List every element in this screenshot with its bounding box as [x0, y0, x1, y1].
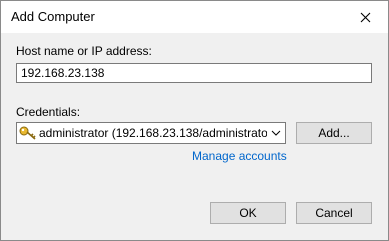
- credentials-selected: administrator (192.168.23.138/administra…: [39, 126, 267, 140]
- dialog-title: Add Computer: [11, 9, 95, 24]
- key-icon: [19, 126, 36, 140]
- chevron-down-icon: [271, 130, 281, 136]
- dropdown-arrow[interactable]: [267, 123, 285, 143]
- ok-button[interactable]: OK: [210, 202, 286, 224]
- host-label: Host name or IP address:: [16, 44, 152, 58]
- credentials-label: Credentials:: [16, 105, 81, 119]
- host-input[interactable]: [16, 63, 372, 83]
- close-icon: [360, 12, 370, 22]
- cancel-button-label: Cancel: [315, 206, 353, 220]
- title-bar: Add Computer: [1, 1, 388, 33]
- cancel-button[interactable]: Cancel: [296, 202, 372, 224]
- add-button-label: Add...: [318, 126, 350, 140]
- manage-accounts-link[interactable]: Manage accounts: [192, 149, 287, 163]
- add-credentials-button[interactable]: Add...: [296, 122, 372, 144]
- close-button[interactable]: [342, 1, 388, 33]
- ok-button-label: OK: [239, 206, 257, 220]
- credentials-dropdown[interactable]: administrator (192.168.23.138/administra…: [16, 122, 286, 144]
- add-computer-dialog: Add Computer Host name or IP address: Cr…: [0, 0, 389, 241]
